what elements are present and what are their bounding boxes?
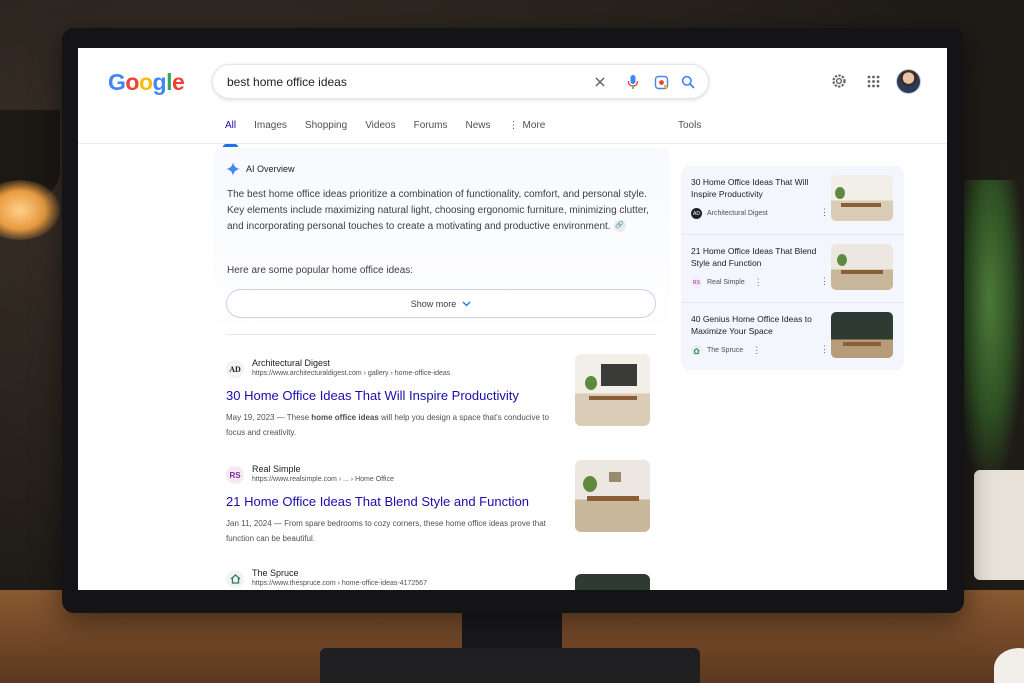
side-card-title[interactable]: 40 Genius Home Office Ideas to Maximize …: [691, 313, 826, 337]
show-more-label: Show more: [410, 298, 457, 309]
browser-screen: Google best home office ideas All Images: [78, 48, 947, 590]
side-card-source-name: The Spruce: [707, 347, 744, 354]
tools-button[interactable]: Tools: [678, 120, 701, 131]
tab-news[interactable]: News: [466, 120, 491, 140]
google-logo[interactable]: Google: [108, 69, 185, 96]
tab-forums[interactable]: Forums: [414, 120, 448, 140]
side-cards-panel: 30 Home Office Ideas That Will Inspire P…: [681, 166, 904, 370]
ai-overview-body: The best home office ideas prioritize a …: [227, 187, 655, 235]
snippet-bold: home office ideas: [311, 413, 379, 422]
snippet-date: May 19, 2023 — These: [226, 413, 312, 422]
ai-overview-title: AI Overview: [246, 164, 295, 174]
more-options-icon[interactable]: ⋮: [754, 277, 763, 288]
tab-videos[interactable]: Videos: [365, 120, 395, 140]
tab-images[interactable]: Images: [254, 120, 287, 140]
side-card-title[interactable]: 21 Home Office Ideas That Blend Style an…: [691, 245, 826, 269]
chevron-down-icon: [462, 301, 471, 306]
tab-more[interactable]: ⋮ More: [509, 120, 546, 140]
search-bar[interactable]: best home office ideas: [212, 64, 709, 99]
side-card-favicon-house-icon: [691, 345, 702, 356]
side-card-source-name: Real Simple: [707, 279, 745, 286]
ai-overview-text: The best home office ideas prioritize a …: [227, 189, 649, 232]
result-url[interactable]: https://www.thespruce.com › home-office-…: [252, 580, 427, 587]
apps-grid-icon[interactable]: [862, 70, 884, 92]
side-card-source-name: Architectural Digest: [707, 210, 768, 217]
result-title-link[interactable]: 30 Home Office Ideas That Will Inspire P…: [226, 388, 519, 403]
tab-all[interactable]: All: [222, 120, 239, 147]
result-snippet: Jan 11, 2024 — From spare bedrooms to co…: [226, 519, 546, 543]
ai-overview-subheading: Here are some popular home office ideas:: [227, 265, 414, 276]
ai-overview-header: AI Overview: [226, 162, 295, 176]
result-thumbnail[interactable]: [575, 354, 650, 426]
side-card-source: The Spruce ⋮: [691, 345, 761, 356]
result-snippet: May 19, 2023 — These home office ideas w…: [226, 410, 561, 440]
tab-more-label: More: [522, 120, 546, 131]
search-tabs: All Images Shopping Videos Forums News ⋮…: [222, 120, 563, 147]
clear-icon[interactable]: [591, 73, 609, 91]
source-link-icon[interactable]: 🔗: [613, 220, 626, 233]
side-card-source: AD Architectural Digest: [691, 208, 768, 219]
side-card[interactable]: 21 Home Office Ideas That Blend Style an…: [681, 234, 904, 300]
more-options-icon[interactable]: ⋮: [820, 276, 829, 287]
more-options-icon[interactable]: ⋮: [820, 207, 829, 218]
side-card[interactable]: 30 Home Office Ideas That Will Inspire P…: [681, 166, 904, 232]
side-card-thumbnail[interactable]: [831, 175, 893, 221]
favicon-house-icon[interactable]: [226, 570, 244, 588]
side-card-favicon: AD: [691, 208, 702, 219]
result-url[interactable]: https://www.realsimple.com › ... › Home …: [252, 476, 394, 483]
microphone-icon[interactable]: [624, 73, 642, 91]
more-options-icon[interactable]: ⋮: [820, 344, 829, 355]
result-site-name[interactable]: Architectural Digest: [252, 358, 330, 368]
side-card-favicon: RS: [691, 277, 702, 288]
account-avatar[interactable]: [896, 69, 921, 94]
side-card-thumbnail[interactable]: [831, 312, 893, 358]
monitor-base: [320, 648, 700, 683]
tab-shopping[interactable]: Shopping: [305, 120, 347, 140]
tabs-divider: [78, 143, 947, 144]
plant-pot: [974, 470, 1024, 580]
side-card[interactable]: 40 Genius Home Office Ideas to Maximize …: [681, 302, 904, 368]
result-title-link[interactable]: 21 Home Office Ideas That Blend Style an…: [226, 494, 529, 509]
result-thumbnail[interactable]: [575, 574, 650, 590]
search-icon[interactable]: [679, 73, 697, 91]
side-card-source: RS Real Simple ⋮: [691, 277, 763, 288]
result-url[interactable]: https://www.architecturaldigest.com › ga…: [252, 370, 450, 377]
favicon-rs[interactable]: RS: [226, 466, 244, 484]
settings-gear-icon[interactable]: [828, 70, 850, 92]
section-divider: [226, 334, 656, 335]
search-input[interactable]: best home office ideas: [227, 75, 347, 89]
result-thumbnail[interactable]: [575, 460, 650, 532]
more-dots-icon: ⋮: [508, 120, 519, 131]
lens-icon[interactable]: [652, 73, 670, 91]
show-more-button[interactable]: Show more: [226, 289, 656, 318]
favicon-ad[interactable]: AD: [226, 360, 244, 378]
gemini-sparkle-icon: [226, 162, 240, 176]
side-card-thumbnail[interactable]: [831, 244, 893, 290]
side-card-title[interactable]: 30 Home Office Ideas That Will Inspire P…: [691, 176, 826, 200]
more-options-icon[interactable]: ⋮: [752, 345, 761, 356]
result-site-name[interactable]: Real Simple: [252, 464, 301, 474]
result-site-name[interactable]: The Spruce: [252, 568, 299, 578]
plant: [954, 180, 1024, 480]
